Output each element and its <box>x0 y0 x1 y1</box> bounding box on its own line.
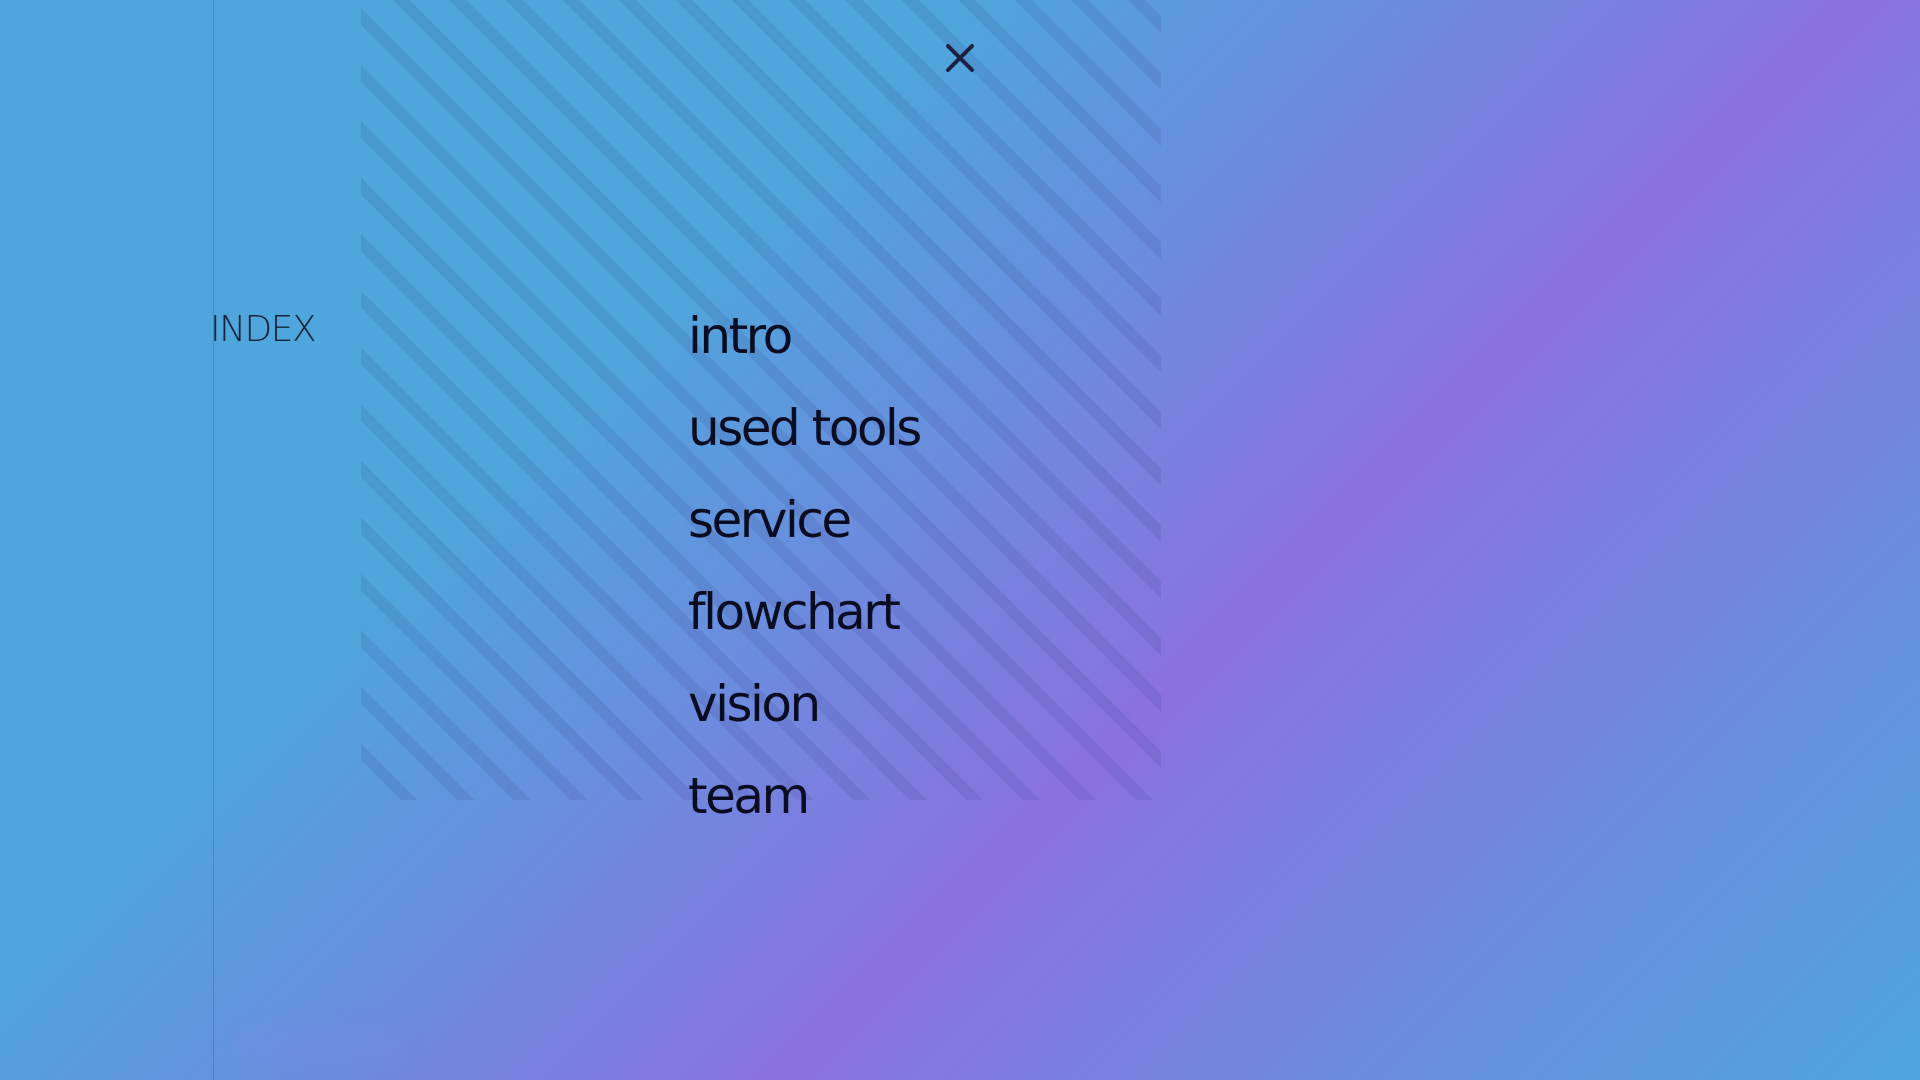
index-menu: intro used tools service flowchart visio… <box>688 304 922 856</box>
close-icon <box>946 44 974 72</box>
bottom-glow <box>236 1025 406 1065</box>
menu-item-vision: vision <box>688 672 920 764</box>
sidebar-divider <box>213 0 214 1080</box>
menu-item-team: team <box>688 764 920 856</box>
menu-item-service: service <box>688 488 920 580</box>
close-button[interactable] <box>940 38 980 78</box>
menu-link-vision[interactable]: vision <box>688 675 821 733</box>
menu-item-intro: intro <box>688 304 920 396</box>
menu-link-flowchart[interactable]: flowchart <box>688 583 901 641</box>
menu-link-team[interactable]: team <box>688 767 810 825</box>
menu-link-intro[interactable]: intro <box>688 307 793 365</box>
menu-item-used-tools: used tools <box>688 396 922 488</box>
menu-item-flowchart: flowchart <box>688 580 920 672</box>
menu-link-used-tools[interactable]: used tools <box>688 399 922 457</box>
menu-link-service[interactable]: service <box>688 491 852 549</box>
index-label: INDEX <box>210 309 317 350</box>
